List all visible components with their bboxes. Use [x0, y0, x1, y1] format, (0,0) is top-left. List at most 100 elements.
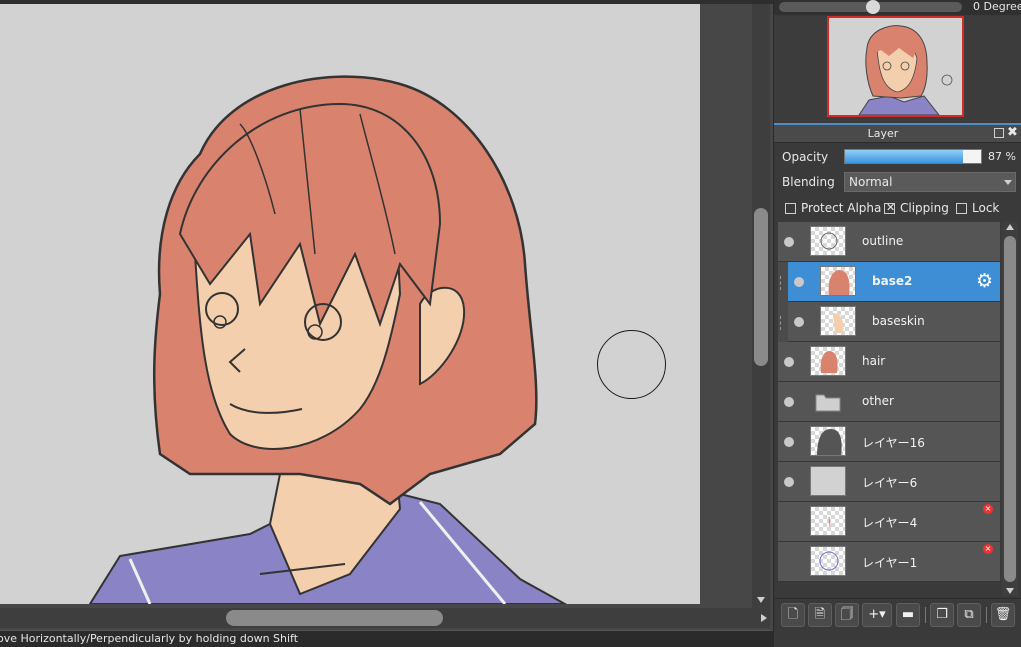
layer-row-6[interactable]: レイヤー6 — [778, 462, 1000, 502]
protect-alpha-checkbox[interactable] — [785, 203, 796, 214]
add-layer-menu-icon: +▾ — [868, 607, 886, 622]
delete-layer-button[interactable]: 🗑 — [991, 603, 1015, 627]
clipping-link-icon — [780, 316, 784, 330]
duplicate-layer-icon: ❐ — [936, 607, 948, 622]
scroll-up-arrow-icon[interactable] — [1006, 224, 1014, 230]
new-layer-1bit-icon: 🗍 — [840, 607, 854, 622]
merge-down-button[interactable]: ⧉ — [957, 603, 981, 627]
scroll-down-arrow-icon[interactable] — [1006, 588, 1014, 594]
layer-name: outline — [862, 234, 904, 248]
layer-thumbnail — [810, 466, 846, 496]
layer-settings-gear-icon[interactable]: ⚙ — [976, 271, 993, 291]
visibility-eye-icon[interactable] — [794, 277, 804, 287]
layer-name: レイヤー1 — [862, 556, 918, 570]
layer-list-scrollbar[interactable] — [1002, 222, 1018, 596]
rotation-slider-knob[interactable] — [866, 0, 880, 14]
layer-name: hair — [862, 354, 886, 368]
close-icon[interactable]: ✖ — [1007, 125, 1018, 140]
clipping-link-icon — [780, 276, 784, 290]
visibility-eye-icon[interactable] — [794, 317, 804, 327]
hidden-layer-icon[interactable]: × — [983, 544, 993, 554]
layer-thumbnail — [820, 306, 856, 336]
visibility-eye-icon[interactable] — [784, 397, 794, 407]
horizontal-scroll-thumb[interactable] — [226, 610, 443, 626]
visibility-eye-icon[interactable] — [784, 357, 794, 367]
layer-list: outline base2 ⚙ baseskin hair other レイヤー16 レイヤー… — [778, 222, 1000, 582]
layer-panel-title: Layer — [867, 127, 899, 140]
layer-row-4[interactable]: other — [778, 382, 1000, 422]
layer-name: レイヤー4 — [862, 516, 918, 530]
layer-name: baseskin — [872, 314, 925, 328]
blending-value: Normal — [849, 175, 893, 189]
lock-checkbox[interactable] — [956, 203, 967, 214]
layer-row-1[interactable]: base2 ⚙ — [780, 262, 1000, 302]
blending-row: Blending Normal — [774, 170, 1021, 194]
brush-cursor — [597, 330, 666, 399]
new-layer-button[interactable]: 🗋 — [781, 603, 805, 627]
layer-thumbnail — [820, 266, 856, 296]
delete-layer-icon: 🗑 — [994, 607, 1012, 622]
opacity-slider-fill — [845, 150, 964, 163]
navigator-artwork — [858, 25, 953, 115]
layer-name: other — [862, 394, 894, 408]
right-panel: 0 Degree Layer ✖ Opacity 87 % Blending N… — [773, 0, 1021, 647]
layer-row-8[interactable]: レイヤー1 × — [778, 542, 1000, 582]
chevron-down-icon — [1004, 180, 1012, 185]
clipping-checkbox[interactable]: ✕ — [884, 201, 896, 214]
drawing-canvas[interactable] — [0, 4, 700, 604]
hidden-layer-icon[interactable]: × — [983, 504, 993, 514]
scroll-down-arrow-icon[interactable] — [757, 597, 765, 603]
popout-icon[interactable] — [994, 128, 1004, 138]
layer-toolbar: 🗋 🗎 🗍 +▾ ▬ ❐ ⧉ 🗑 — [774, 598, 1021, 630]
layer-thumbnail — [810, 346, 846, 376]
layer-row-7[interactable]: レイヤー4 × — [778, 502, 1000, 542]
clipping-label: Clipping — [900, 201, 949, 215]
lock-label: Lock — [972, 201, 1000, 215]
toolbar-separator — [986, 607, 987, 623]
opacity-value: 87 % — [988, 150, 1016, 163]
merge-down-icon: ⧉ — [964, 607, 974, 622]
status-text: ove Horizontally/Perpendicularly by hold… — [0, 632, 299, 645]
canvas-area — [0, 0, 773, 630]
status-bar: ove Horizontally/Perpendicularly by hold… — [0, 630, 773, 647]
layer-row-3[interactable]: hair — [778, 342, 1000, 382]
layer-thumbnail — [810, 226, 846, 256]
checkmark-icon: ✕ — [886, 201, 896, 214]
vertical-scroll-thumb[interactable] — [754, 208, 768, 366]
layer-name: base2 — [872, 274, 913, 288]
layer-thumbnail — [810, 426, 846, 456]
vertical-scrollbar[interactable] — [752, 4, 770, 608]
toolbar-separator — [925, 607, 926, 623]
blending-label: Blending — [782, 175, 835, 189]
new-layer-8bit-button[interactable]: 🗎 — [808, 603, 832, 627]
add-layer-menu-button[interactable]: +▾ — [862, 603, 892, 627]
layer-row-2[interactable]: baseskin — [780, 302, 1000, 342]
rotation-slider[interactable] — [779, 0, 962, 14]
visibility-eye-icon[interactable] — [784, 477, 794, 487]
layer-row-5[interactable]: レイヤー16 — [778, 422, 1000, 462]
layer-thumbnail — [810, 506, 846, 536]
blending-select[interactable]: Normal — [844, 172, 1016, 192]
rotation-value: 0 Degree — [973, 0, 1021, 13]
layer-panel-header: Layer ✖ — [774, 125, 1021, 143]
artwork — [88, 75, 568, 604]
protect-alpha-label: Protect Alpha — [801, 201, 882, 215]
new-folder-button[interactable]: ▬ — [896, 603, 920, 627]
layer-list-scroll-thumb[interactable] — [1004, 236, 1016, 582]
opacity-slider[interactable] — [844, 149, 982, 164]
new-layer-icon: 🗋 — [787, 607, 799, 622]
layer-name: レイヤー6 — [862, 476, 918, 490]
new-folder-icon: ▬ — [901, 607, 915, 622]
app-window: ove Horizontally/Perpendicularly by hold… — [0, 0, 1021, 647]
visibility-eye-icon[interactable] — [784, 237, 794, 247]
duplicate-layer-button[interactable]: ❐ — [930, 603, 954, 627]
opacity-label: Opacity — [782, 150, 829, 164]
horizontal-scrollbar[interactable] — [0, 608, 770, 628]
visibility-eye-icon[interactable] — [784, 437, 794, 447]
layer-row-0[interactable]: outline — [778, 222, 1000, 262]
new-layer-1bit-button[interactable]: 🗍 — [835, 603, 859, 627]
navigator-preview[interactable] — [827, 16, 964, 117]
scroll-right-arrow-icon[interactable] — [761, 614, 767, 622]
opacity-row: Opacity 87 % — [774, 145, 1021, 169]
layer-thumbnail — [810, 546, 846, 576]
